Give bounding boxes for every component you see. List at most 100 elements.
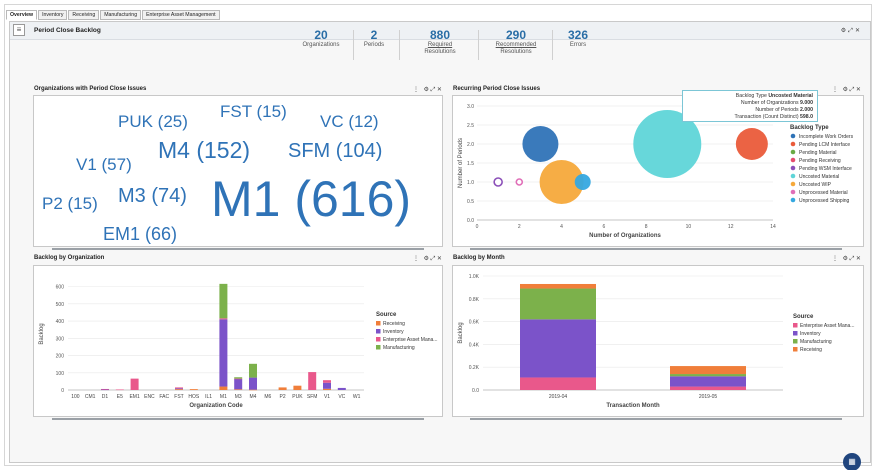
legend-swatch [376, 345, 381, 350]
x-tick-label: 6 [602, 224, 605, 230]
wordcloud-word[interactable]: V1 (57) [76, 156, 132, 173]
wordcloud-word[interactable]: M4 (152) [158, 139, 250, 162]
menu-icon[interactable]: ≡ [13, 24, 25, 36]
legend-swatch [376, 337, 381, 342]
kpi-organizations[interactable]: 20 Organizations [293, 28, 349, 49]
x-axis-title: Number of Organizations [589, 233, 661, 239]
wordcloud-word[interactable]: M3 (74) [118, 186, 187, 206]
tooltip-row: Number of Periods 2.000 [755, 107, 813, 113]
grid-apps-button[interactable]: ▦ [843, 453, 861, 470]
panel-title-by-month: Backlog by Month [453, 255, 505, 261]
legend-swatch [790, 149, 796, 155]
gear-icon[interactable]: ⚙ [424, 87, 431, 93]
bar-segment [234, 378, 243, 380]
close-icon[interactable]: ✕ [437, 256, 444, 262]
y-tick-label: 1.0K [469, 274, 480, 280]
x-tick-label: M6 [264, 394, 271, 400]
bar-segment [249, 363, 257, 378]
tab-manufacturing[interactable]: Manufacturing [100, 10, 142, 20]
x-tick-label: 2 [518, 224, 521, 230]
kpi-strip: 20 Organizations 2 Periods 880 Required … [287, 28, 607, 78]
close-icon[interactable]: ✕ [855, 28, 862, 34]
panel-actions: ⋮ ⚙⤢✕ [832, 86, 862, 94]
tab-inventory[interactable]: Inventory [38, 10, 68, 20]
kpi-periods[interactable]: 2 Periods [357, 28, 391, 49]
expand-icon[interactable]: ⤢ [848, 28, 855, 34]
wordcloud-word[interactable]: EM1 (66) [103, 225, 177, 243]
more-icon[interactable]: ⋮ [832, 87, 840, 93]
legend-swatch [790, 173, 796, 179]
x-tick-label: W1 [353, 394, 361, 400]
x-axis-title: Transaction Month [606, 403, 660, 409]
wordcloud-word[interactable]: VC (12) [320, 113, 379, 130]
gear-icon[interactable]: ⚙ [424, 256, 431, 262]
x-tick-label: CM1 [85, 394, 96, 400]
legend-label: Enterprise Asset Mana... [800, 323, 854, 329]
panel-scrollbar[interactable] [470, 418, 842, 420]
bar-segment [670, 386, 746, 390]
bar-segment [670, 374, 746, 377]
legend-swatch [790, 197, 796, 203]
y-tick-label: 0.0 [472, 388, 479, 394]
legend-swatch [793, 347, 798, 352]
close-icon[interactable]: ✕ [856, 87, 863, 93]
y-axis-title: Number of Periods [458, 138, 464, 188]
legend-swatch [376, 321, 381, 326]
kpi-errors[interactable]: 326 Errors [557, 28, 599, 49]
panel-title-by-org: Backlog by Organization [34, 255, 105, 261]
legend-swatch [790, 141, 796, 147]
legend-title: Source [376, 312, 397, 318]
x-tick-label: 2019-05 [699, 394, 718, 400]
bubble [515, 178, 524, 186]
kpi-value: 290 [505, 28, 527, 42]
by-month-chart: 0.0 0.2K 0.4K 0.6K 0.8K 1.0K 2019-04 2019-05 Tra… [458, 274, 854, 409]
kpi-label-secondary: Resolutions [500, 49, 532, 55]
more-icon[interactable]: ⋮ [413, 256, 421, 262]
wordcloud-word[interactable]: P2 (15) [42, 195, 98, 212]
close-icon[interactable]: ✕ [856, 256, 863, 262]
x-tick-label: D1 [102, 394, 109, 400]
bar-segment [219, 319, 228, 387]
wordcloud-word[interactable]: PUK (25) [118, 113, 188, 130]
tab-receiving[interactable]: Receiving [68, 10, 100, 20]
bar-segment [234, 389, 243, 390]
kpi-required-resolutions[interactable]: 880 Required Resolutions [407, 28, 473, 56]
more-icon[interactable]: ⋮ [832, 256, 840, 262]
bar-segment [520, 288, 596, 320]
bar-segment [234, 378, 243, 390]
y-tick-label: 0.6K [469, 320, 480, 326]
kpi-label[interactable]: Recommended [483, 42, 549, 49]
wordcloud-word[interactable]: M1 (616) [211, 174, 411, 224]
bar-segment [175, 387, 183, 389]
bar-segment [670, 376, 746, 387]
wordcloud-word[interactable]: SFM (104) [288, 141, 382, 161]
panel-actions: ⋮ ⚙⤢✕ [413, 255, 443, 263]
panel-scrollbar[interactable] [52, 248, 424, 250]
x-tick-label: 10 [686, 224, 692, 230]
kpi-value: 2 [370, 28, 378, 42]
bar-segment [234, 377, 243, 379]
by-org-chart-panel: 0 100 200 300 400 500 600 100 CM1 D1 E5 EM1 ENC FAC FS… [33, 265, 443, 417]
gear-icon[interactable]: ⚙ [843, 87, 850, 93]
panel-scrollbar[interactable] [52, 418, 424, 420]
gear-icon[interactable]: ⚙ [843, 256, 850, 262]
legend-swatch [790, 165, 796, 171]
tab-overview[interactable]: Overview [6, 10, 38, 20]
dashboard-actions: ⚙⤢✕ [841, 27, 862, 35]
y-tick-label: 2.0 [467, 142, 474, 148]
divider [353, 30, 354, 60]
close-icon[interactable]: ✕ [437, 87, 444, 93]
y-tick-label: 1.0 [467, 180, 474, 186]
kpi-label[interactable]: Required [407, 42, 473, 49]
y-tick-label: 0.5 [467, 199, 474, 205]
bar-segment [219, 386, 228, 390]
more-icon[interactable]: ⋮ [413, 87, 421, 93]
x-tick-label: P2 [280, 394, 286, 400]
tab-enterprise-asset-management[interactable]: Enterprise Asset Management [142, 10, 220, 20]
x-tick-label: 2019-04 [549, 394, 568, 400]
kpi-recommended-resolutions[interactable]: 290 Recommended Resolutions [483, 28, 549, 56]
y-axis-title: Backlog [458, 322, 464, 343]
legend-label: Receiving [800, 347, 822, 353]
wordcloud-word[interactable]: FST (15) [220, 103, 287, 120]
panel-scrollbar[interactable] [470, 248, 842, 250]
